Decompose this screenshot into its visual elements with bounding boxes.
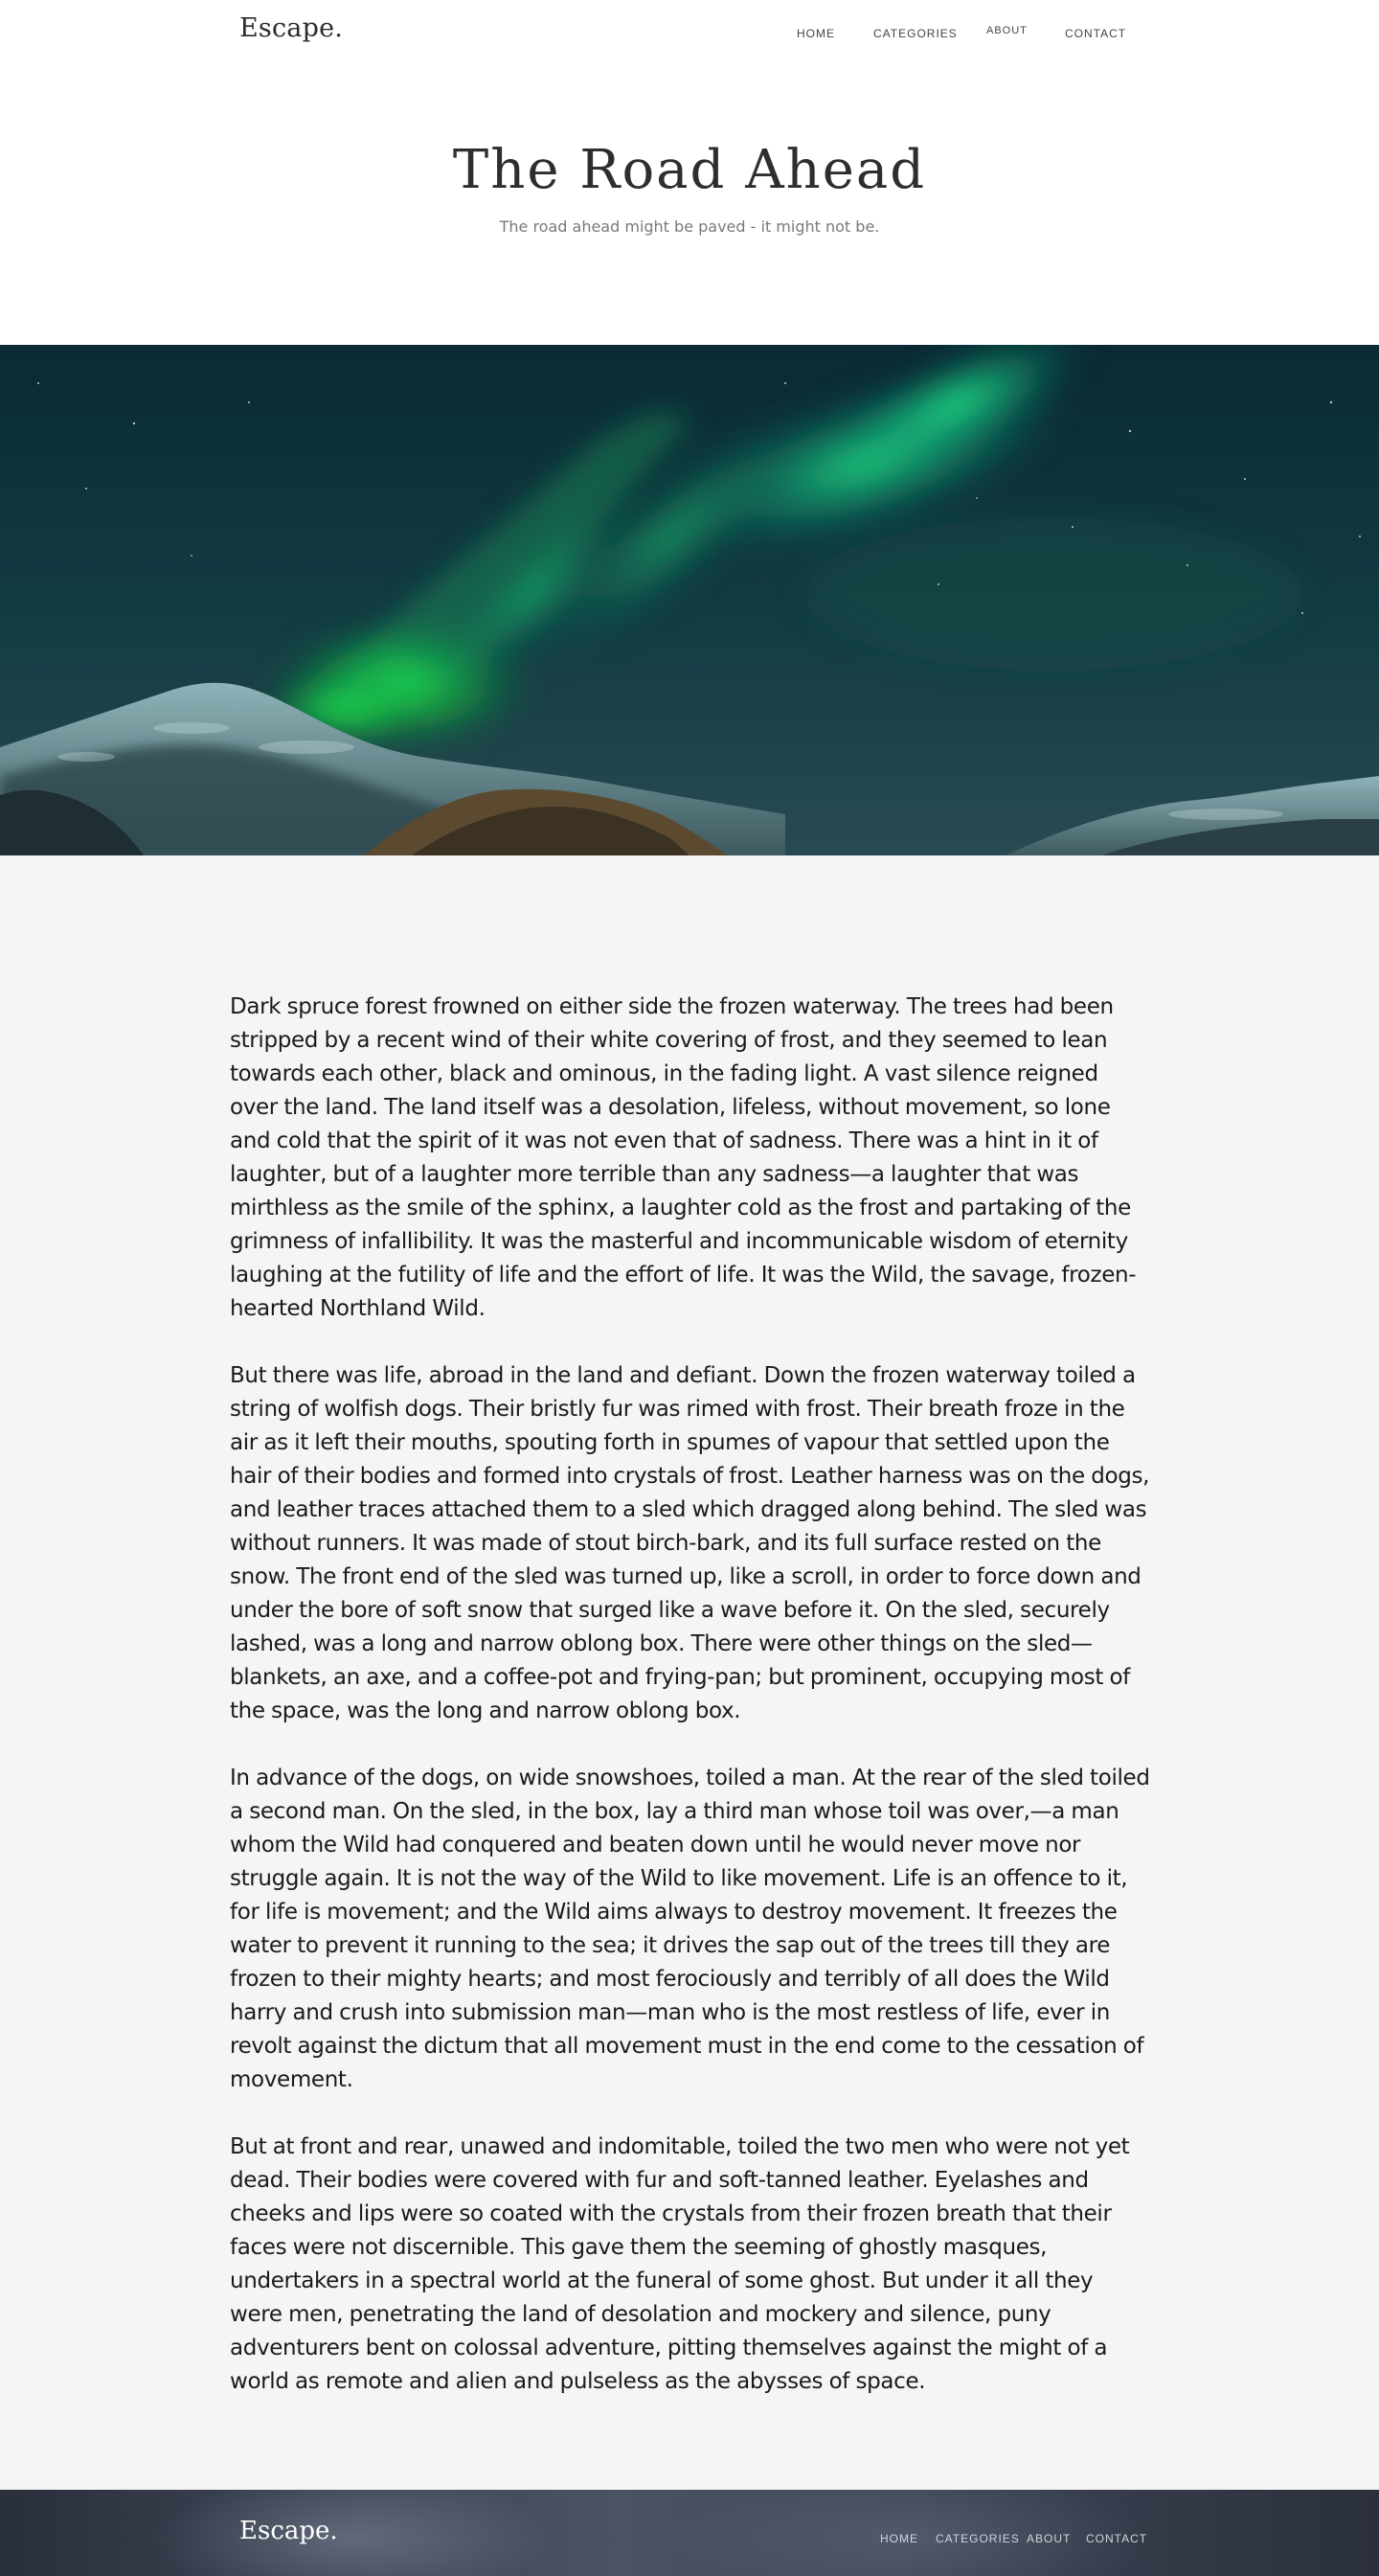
article-paragraph: In advance of the dogs, on wide snowshoe… [230,1766,1150,2092]
footer-brand-logo[interactable]: Escape. [239,2517,338,2545]
site-footer: Escape. HOME CATEGORIES ABOUT CONTACT [0,2490,1379,2576]
footer-nav-home[interactable]: HOME [880,2532,918,2545]
nav-contact[interactable]: CONTACT [1065,27,1126,40]
article-paragraph: Dark spruce forest frowned on either sid… [230,994,1137,1321]
page-title: The Road Ahead [452,139,927,201]
footer-nav-categories[interactable]: CATEGORIES [936,2532,1020,2545]
footer-nav-contact[interactable]: CONTACT [1086,2532,1147,2545]
main-nav: HOME CATEGORIES ABOUT CONTACT [0,25,1379,46]
site-header: Escape. HOME CATEGORIES ABOUT CONTACT Th… [0,0,1379,345]
article-paragraph: But there was life, abroad in the land a… [230,1363,1150,1723]
nav-home[interactable]: HOME [797,27,835,40]
article-paragraph: But at front and rear, unawed and indomi… [230,2134,1130,2394]
footer-background-blur [153,2490,555,2576]
footer-nav-about[interactable]: ABOUT [1027,2532,1071,2545]
article-body: Dark spruce forest frowned on either sid… [230,991,1151,2432]
page-subtitle: The road ahead might be paved - it might… [499,217,880,236]
nav-about[interactable]: ABOUT [986,25,1028,36]
nav-categories[interactable]: CATEGORIES [873,27,958,40]
hero-image-aurora [0,345,1379,855]
